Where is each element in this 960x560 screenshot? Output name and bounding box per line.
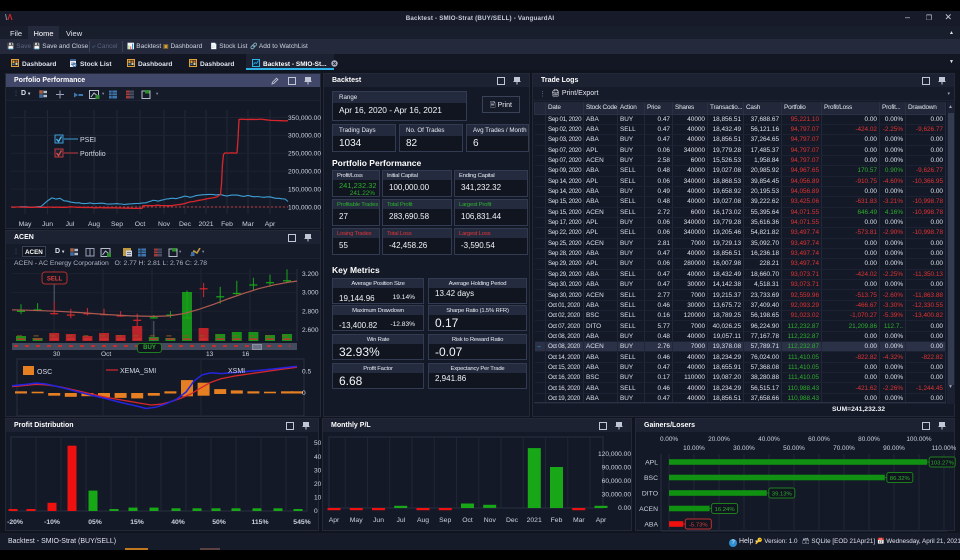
svg-text:16.24%: 16.24% [715, 507, 736, 513]
svg-text:150,000.00: 150,000.00 [288, 186, 321, 193]
svg-text:05%: 05% [88, 519, 102, 526]
svg-text:350,000.00: 350,000.00 [288, 115, 321, 122]
svg-text:Feb: Feb [551, 517, 563, 524]
svg-text:50.00%: 50.00% [783, 445, 805, 452]
svg-text:Jun: Jun [42, 221, 53, 228]
svg-text:Apr: Apr [596, 517, 607, 524]
svg-text:40.00%: 40.00% [758, 436, 780, 443]
svg-text:30.00%: 30.00% [733, 445, 755, 452]
svg-text:0: 0 [302, 390, 306, 397]
svg-text:20: 20 [314, 481, 322, 488]
svg-text:Sep: Sep [111, 221, 123, 228]
svg-text:103.27%: 103.27% [931, 460, 955, 466]
svg-text:10.00%: 10.00% [683, 445, 705, 452]
svg-text:BSC: BSC [644, 475, 658, 482]
svg-text:Jul: Jul [396, 517, 405, 524]
svg-text:Nov: Nov [158, 221, 171, 228]
svg-text:APL: APL [645, 459, 658, 466]
svg-text:SELL: SELL [47, 277, 63, 283]
svg-text:Nov: Nov [484, 517, 497, 524]
svg-text:250,000.00: 250,000.00 [288, 151, 321, 158]
svg-text:Feb: Feb [221, 221, 233, 228]
svg-text:30: 30 [314, 467, 322, 474]
svg-text:15%: 15% [130, 519, 144, 526]
svg-text:Dec: Dec [506, 517, 519, 524]
svg-text:300,000.00: 300,000.00 [288, 133, 321, 140]
svg-text:Sep: Sep [439, 517, 451, 524]
svg-text:100,000.00: 100,000.00 [288, 204, 321, 211]
svg-text:May: May [350, 517, 363, 524]
svg-text:40%: 40% [171, 519, 185, 526]
svg-text:110.00%: 110.00% [932, 445, 956, 452]
svg-text:100.00%: 100.00% [906, 436, 932, 443]
svg-text:PSEI: PSEI [80, 137, 96, 144]
svg-text:0.5: 0.5 [302, 369, 311, 376]
svg-text:2021: 2021 [198, 221, 213, 228]
svg-text:XSMI: XSMI [228, 368, 245, 375]
svg-text:-5.73%: -5.73% [689, 522, 708, 528]
svg-text:200,000.00: 200,000.00 [288, 169, 321, 176]
svg-text:90,000.00: 90,000.00 [602, 465, 632, 472]
svg-text:30,000.00: 30,000.00 [602, 492, 632, 499]
svg-text:0.00: 0.00 [618, 505, 631, 512]
svg-text:Jun: Jun [373, 517, 384, 524]
svg-text:Oct: Oct [135, 221, 146, 228]
svg-text:115%: 115% [251, 519, 268, 526]
svg-text:60,000.00: 60,000.00 [602, 478, 632, 485]
svg-text:60.00%: 60.00% [808, 436, 830, 443]
svg-text:-10%: -10% [44, 519, 60, 526]
svg-text:3.200: 3.200 [302, 271, 319, 278]
svg-text:Aug: Aug [417, 517, 429, 524]
svg-text:-20%: -20% [7, 519, 23, 526]
svg-text:ABA: ABA [644, 521, 658, 528]
svg-text:OSC: OSC [37, 369, 52, 376]
svg-text:Aug: Aug [88, 221, 100, 228]
svg-text:0: 0 [314, 508, 318, 515]
svg-text:ACEN: ACEN [639, 506, 658, 513]
svg-text:Apr: Apr [265, 221, 276, 228]
svg-text:Jul: Jul [66, 221, 75, 228]
svg-text:DITO: DITO [642, 490, 658, 497]
svg-text:50: 50 [314, 440, 322, 447]
svg-text:120,000.00: 120,000.00 [598, 451, 631, 458]
svg-text:545%: 545% [293, 519, 310, 526]
svg-text:2.800: 2.800 [302, 308, 319, 315]
svg-text:3.000: 3.000 [302, 290, 319, 297]
svg-text:2021: 2021 [527, 517, 542, 524]
svg-text:Oct: Oct [462, 517, 473, 524]
svg-text:Portfolio: Portfolio [80, 151, 106, 158]
svg-text:86.32%: 86.32% [890, 476, 911, 482]
svg-text:Mar: Mar [573, 517, 585, 524]
svg-text:90.00%: 90.00% [883, 445, 905, 452]
svg-text:70.00%: 70.00% [833, 445, 855, 452]
svg-text:20.00%: 20.00% [708, 436, 730, 443]
svg-text:40: 40 [314, 454, 322, 461]
svg-text:10: 10 [314, 495, 322, 502]
svg-text:50%: 50% [212, 519, 226, 526]
svg-text:May: May [19, 221, 32, 228]
svg-text:2.600: 2.600 [302, 327, 319, 334]
svg-text:Dec: Dec [179, 221, 192, 228]
svg-text:Apr: Apr [329, 517, 340, 524]
svg-text:80.00%: 80.00% [858, 436, 880, 443]
svg-text:39.13%: 39.13% [772, 491, 793, 497]
svg-text:0.00%: 0.00% [660, 436, 678, 443]
svg-text:XEMA_SMI: XEMA_SMI [120, 368, 156, 375]
svg-text:Mar: Mar [242, 221, 254, 228]
